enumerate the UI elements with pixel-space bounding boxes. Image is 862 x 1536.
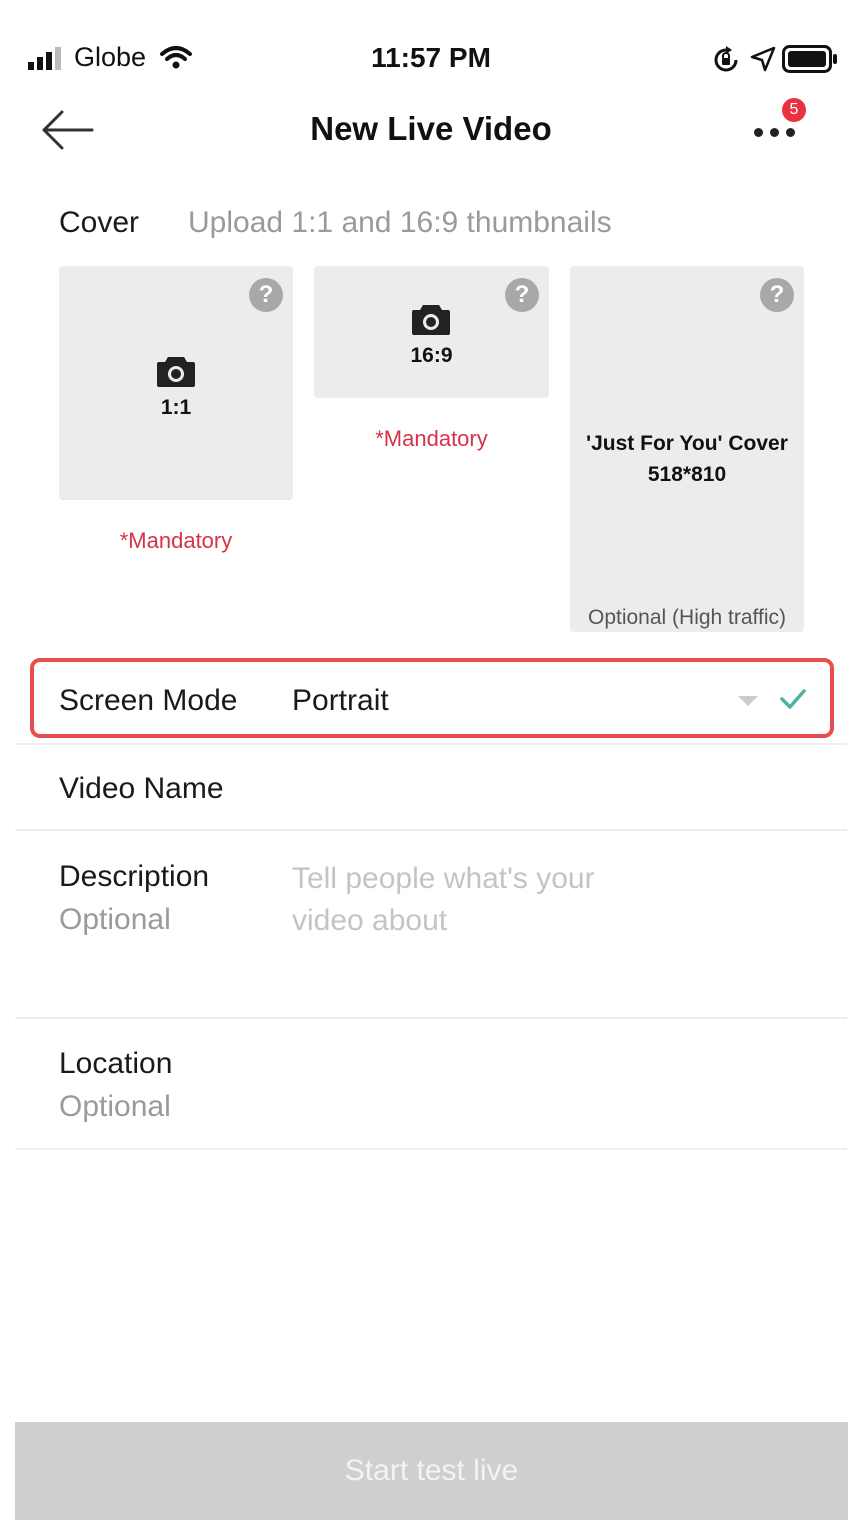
ratio-label: 1:1 (160, 396, 192, 419)
page-title: New Live Video (310, 110, 552, 147)
thumbnail-16x9-upload[interactable]: ? 16:9 (314, 266, 549, 398)
chevron-down-icon[interactable] (738, 696, 758, 706)
location-arrow-icon (750, 46, 776, 72)
check-icon (780, 689, 806, 709)
start-test-live-button[interactable]: Start test live (15, 1422, 848, 1520)
jfy-title-text: 'Just For You' Cover (586, 432, 788, 455)
battery-icon (782, 45, 837, 73)
cover-label: Cover (59, 206, 140, 239)
divider (15, 1017, 847, 1019)
description-input[interactable]: Tell people what's your video about (292, 858, 652, 942)
help-icon[interactable]: ? (760, 278, 794, 312)
screen-mode-label: Screen Mode (59, 684, 238, 717)
more-dots-icon (754, 128, 795, 137)
just-for-you-cover-upload[interactable]: ? 'Just For You' Cover 518*810 Optional … (570, 266, 804, 632)
location-optional: Optional (59, 1090, 171, 1123)
jfy-size-text: 518*810 (647, 463, 727, 486)
camera-icon (157, 357, 195, 387)
cover-hint: Upload 1:1 and 16:9 thumbnails (188, 206, 612, 239)
divider (15, 1148, 847, 1150)
mandatory-note: *Mandatory (375, 426, 488, 451)
video-name-input[interactable] (292, 760, 832, 820)
mandatory-note: *Mandatory (119, 528, 233, 553)
camera-icon (412, 305, 450, 335)
divider (15, 743, 847, 745)
screen-mode-select[interactable]: Portrait (292, 684, 389, 718)
location-label[interactable]: Location (59, 1047, 172, 1081)
notification-badge: 5 (782, 98, 806, 122)
video-name-label: Video Name (59, 772, 224, 805)
status-bar: Globe 11:57 PM (0, 0, 862, 100)
help-icon[interactable]: ? (505, 278, 539, 312)
just-for-you-title: 'Just For You' Cover 518*810 (570, 428, 804, 490)
divider (15, 829, 847, 831)
description-label: Description (59, 860, 210, 893)
rotation-lock-icon (714, 46, 738, 72)
thumbnail-1x1-upload[interactable]: ? 1:1 (59, 266, 293, 500)
help-icon[interactable]: ? (249, 278, 283, 312)
description-optional: Optional (59, 903, 171, 936)
optional-note: Optional (High traffic) (587, 606, 787, 629)
ratio-label: 16:9 (410, 344, 453, 367)
